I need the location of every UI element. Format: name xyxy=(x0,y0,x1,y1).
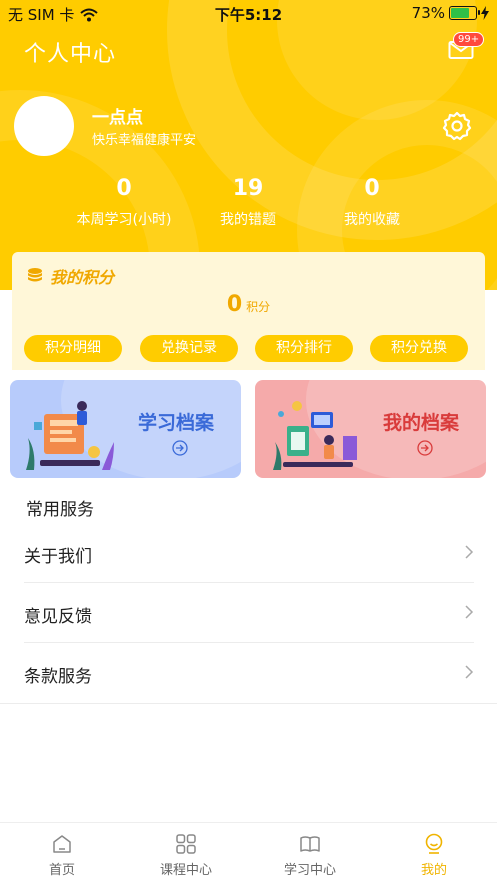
message-badge: 99+ xyxy=(453,32,485,47)
arrow-circle-icon xyxy=(172,440,188,456)
points-card: 我的积分 0 积分 积分明细 兑换记录 积分排行 积分兑换 xyxy=(12,252,485,370)
tab-study-center[interactable]: 学习中心 xyxy=(248,833,372,878)
tab-label: 课程中心 xyxy=(159,863,212,878)
page-title: 个人中心 xyxy=(24,42,117,67)
stat-label: 我的错题 xyxy=(220,212,276,228)
service-feedback[interactable]: 意见反馈 xyxy=(24,583,474,643)
book-icon xyxy=(300,836,320,852)
archive-illustration xyxy=(273,401,357,470)
points-value-row: 0 积分 xyxy=(12,292,485,317)
stat-value: 19 xyxy=(232,176,264,201)
points-title-text: 我的积分 xyxy=(50,268,115,287)
services-title: 常用服务 xyxy=(26,500,94,520)
my-archive-card[interactable]: 我的档案 xyxy=(255,380,486,478)
service-terms[interactable]: 条款服务 xyxy=(24,643,474,703)
home-icon xyxy=(53,835,71,853)
user-face-icon xyxy=(425,833,443,854)
exchange-record-button[interactable]: 兑换记录 xyxy=(140,335,238,362)
points-detail-button[interactable]: 积分明细 xyxy=(24,335,122,362)
status-bar: 无 SIM 卡 下午5:12 73% xyxy=(0,0,497,26)
tab-mine[interactable]: 我的 xyxy=(372,833,496,878)
arrow-circle-icon xyxy=(417,440,433,456)
charging-icon xyxy=(481,6,489,20)
points-exchange-button[interactable]: 积分兑换 xyxy=(370,335,468,362)
tab-label: 学习中心 xyxy=(283,863,336,878)
stat-label: 我的收藏 xyxy=(344,212,400,228)
service-label: 意见反馈 xyxy=(24,607,92,627)
tab-bar: 首页 课程中心 学习中心 我的 xyxy=(0,822,497,883)
chevron-right-icon xyxy=(465,665,474,679)
chevron-right-icon xyxy=(465,545,474,559)
service-label: 关于我们 xyxy=(24,547,92,567)
study-archive-label: 学习档案 xyxy=(138,412,215,434)
coins-icon xyxy=(28,268,42,282)
stat-label: 本周学习(小时) xyxy=(76,212,172,228)
divider xyxy=(0,703,497,704)
tab-label: 首页 xyxy=(48,863,75,878)
points-title: 我的积分 xyxy=(26,264,114,288)
grid-icon xyxy=(176,834,196,854)
study-illustration xyxy=(26,401,114,470)
user-name: 一点点 xyxy=(92,108,143,128)
user-motto: 快乐幸福健康平安 xyxy=(92,133,197,148)
tab-home[interactable]: 首页 xyxy=(0,833,124,878)
stat-favorites[interactable]: 0 我的收藏 xyxy=(302,176,442,229)
study-archive-card[interactable]: 学习档案 xyxy=(10,380,241,478)
battery-icon xyxy=(449,6,480,20)
avatar[interactable] xyxy=(14,96,74,156)
settings-gear-icon[interactable] xyxy=(442,111,472,141)
service-label: 条款服务 xyxy=(24,667,92,687)
tab-course-center[interactable]: 课程中心 xyxy=(124,833,248,878)
points-ranking-button[interactable]: 积分排行 xyxy=(255,335,353,362)
stat-study-hours[interactable]: 0 本周学习(小时) xyxy=(54,176,194,229)
stat-value: 0 xyxy=(116,176,132,201)
my-archive-label: 我的档案 xyxy=(383,412,460,434)
service-about-us[interactable]: 关于我们 xyxy=(24,523,474,583)
stat-wrong-questions[interactable]: 19 我的错题 xyxy=(178,176,318,229)
stat-value: 0 xyxy=(364,176,380,201)
battery-percent: 73% xyxy=(411,4,445,22)
chevron-right-icon xyxy=(465,605,474,619)
points-unit: 积分 xyxy=(246,300,271,314)
tab-label: 我的 xyxy=(420,863,447,878)
points-value: 0 xyxy=(226,292,243,317)
battery: 73% xyxy=(412,4,489,22)
